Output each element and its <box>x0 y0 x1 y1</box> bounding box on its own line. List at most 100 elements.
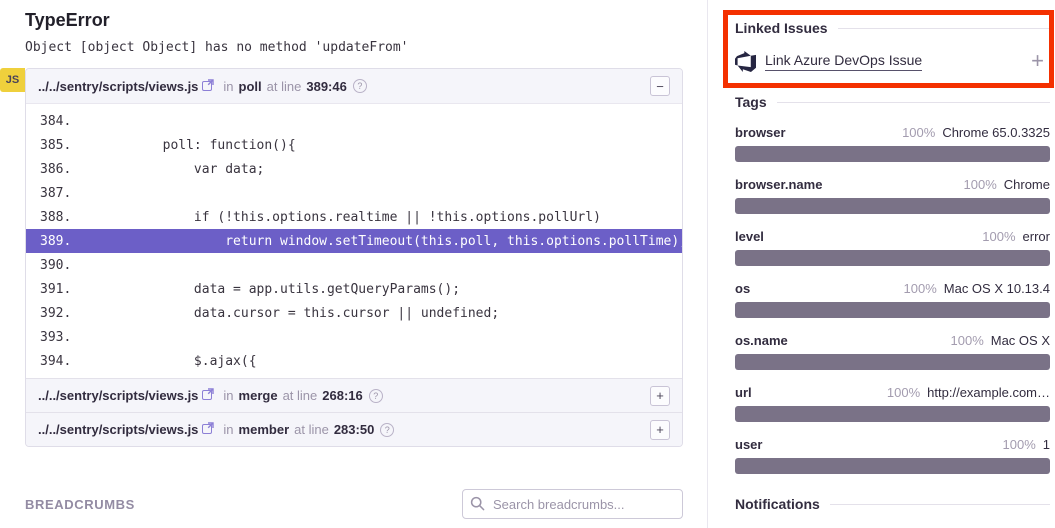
tag-key[interactable]: os.name <box>735 333 788 348</box>
question-circle-icon[interactable]: ? <box>380 423 394 437</box>
frame-lineno: 389:46 <box>306 79 346 94</box>
frame-atline-label: at line <box>294 422 329 437</box>
tag-distribution-bar[interactable] <box>735 198 1050 214</box>
link-azure-devops-issue-link[interactable]: Link Azure DevOps Issue <box>765 52 922 71</box>
breadcrumbs-search <box>462 489 683 519</box>
issue-detail-page: TypeError Object [object Object] has no … <box>0 0 1055 528</box>
search-icon <box>470 496 485 516</box>
tag-percent: 100% <box>902 125 935 140</box>
tag-value[interactable]: Mac OS X <box>991 333 1050 348</box>
line-number: 391. <box>26 282 100 297</box>
stack-frame-header-collapsed[interactable]: ../../sentry/scripts/views.js in merge a… <box>26 378 682 412</box>
tag-row: browser 100% Chrome 65.0.3325 <box>735 125 1050 140</box>
tag-key[interactable]: url <box>735 385 752 400</box>
tag-row: browser.name 100% Chrome <box>735 177 1050 192</box>
source-code-block: 384. 385. poll: function(){ 386. va <box>26 103 682 378</box>
add-linked-issue-button[interactable]: + <box>1031 50 1044 72</box>
line-source: data.cursor = this.cursor || undefined; <box>100 306 499 321</box>
tag-key[interactable]: browser.name <box>735 177 822 192</box>
code-line: 391. data = app.utils.getQueryParams(); <box>26 277 682 301</box>
tag-distribution-bar[interactable] <box>735 406 1050 422</box>
tag-percent: 100% <box>904 281 937 296</box>
tag-value[interactable]: Mac OS X 10.13.4 <box>944 281 1050 296</box>
frame-atline-label: at line <box>283 388 318 403</box>
error-title: TypeError <box>25 10 683 31</box>
tag-key[interactable]: user <box>735 437 762 452</box>
tag-key[interactable]: level <box>735 229 764 244</box>
code-line: 390. <box>26 253 682 277</box>
frame-filename[interactable]: ../../sentry/scripts/views.js <box>38 422 198 437</box>
tag-distribution-bar[interactable] <box>735 302 1050 318</box>
tag-value[interactable]: error <box>1023 229 1050 244</box>
frame-in-label: in <box>223 422 233 437</box>
line-number: 393. <box>26 330 100 345</box>
stacktrace: JS ../../sentry/scripts/views.js in poll… <box>25 68 683 447</box>
tag-value[interactable]: Chrome 65.0.3325 <box>942 125 1050 140</box>
expand-frame-button[interactable]: + <box>650 386 670 406</box>
line-source: if (!this.options.realtime || !this.opti… <box>100 210 601 225</box>
tag-distribution-bar[interactable] <box>735 146 1050 162</box>
line-number: 394. <box>26 354 100 369</box>
external-link-icon[interactable] <box>202 388 214 403</box>
link-azure-devops-row: Link Azure DevOps Issue + <box>735 50 1050 72</box>
tag-row: os 100% Mac OS X 10.13.4 <box>735 281 1050 296</box>
code-line: 386. var data; <box>26 157 682 181</box>
search-breadcrumbs-input[interactable] <box>462 489 683 519</box>
frame-function: member <box>239 422 290 437</box>
line-source: return window.setTimeout(this.poll, this… <box>100 234 683 249</box>
frame-atline-label: at line <box>267 79 302 94</box>
tag-row: level 100% error <box>735 229 1050 244</box>
code-line: 387. <box>26 181 682 205</box>
tag-percent: 100% <box>964 177 997 192</box>
line-number: 387. <box>26 186 100 201</box>
stack-frame-header-poll[interactable]: ../../sentry/scripts/views.js in poll at… <box>26 69 682 103</box>
tag-value[interactable]: 1 <box>1043 437 1050 452</box>
frame-lineno: 268:16 <box>322 388 362 403</box>
code-line: 394. $.ajax({ <box>26 349 682 373</box>
tags-title: Tags <box>735 94 1050 110</box>
frame-in-label: in <box>223 388 233 403</box>
tag-item: level 100% error <box>735 229 1050 266</box>
line-number: 385. <box>26 138 100 153</box>
tag-row: url 100% http://example.com… <box>735 385 1050 400</box>
code-line: 384. <box>26 109 682 133</box>
line-number: 390. <box>26 258 100 273</box>
azure-devops-icon <box>735 51 756 72</box>
tag-percent: 100% <box>951 333 984 348</box>
frame-filename[interactable]: ../../sentry/scripts/views.js <box>38 79 198 94</box>
breadcrumbs-title: BREADCRUMBS <box>25 497 135 512</box>
tag-distribution-bar[interactable] <box>735 458 1050 474</box>
external-link-icon[interactable] <box>202 79 214 94</box>
tag-percent: 100% <box>887 385 920 400</box>
tag-key[interactable]: os <box>735 281 750 296</box>
stack-frame-header-collapsed[interactable]: ../../sentry/scripts/views.js in member … <box>26 412 682 446</box>
frame-function: poll <box>239 79 262 94</box>
external-link-icon[interactable] <box>202 422 214 437</box>
line-number: 392. <box>26 306 100 321</box>
code-line: 392. data.cursor = this.cursor || undefi… <box>26 301 682 325</box>
line-number: 386. <box>26 162 100 177</box>
tags-section: Tags browser 100% Chrome 65.0.3325 brows… <box>735 94 1050 474</box>
expand-frame-button[interactable]: + <box>650 420 670 440</box>
error-message: Object [object Object] has no method 'up… <box>25 40 683 55</box>
frame-lineno: 283:50 <box>334 422 374 437</box>
question-circle-icon[interactable]: ? <box>353 79 367 93</box>
tag-row: os.name 100% Mac OS X <box>735 333 1050 348</box>
question-circle-icon[interactable]: ? <box>369 389 383 403</box>
frame-filename[interactable]: ../../sentry/scripts/views.js <box>38 388 198 403</box>
tag-distribution-bar[interactable] <box>735 354 1050 370</box>
tag-value[interactable]: http://example.com… <box>927 385 1050 400</box>
collapse-frame-button[interactable]: − <box>650 76 670 96</box>
tag-key[interactable]: browser <box>735 125 786 140</box>
tag-value[interactable]: Chrome <box>1004 177 1050 192</box>
breadcrumbs-section: BREADCRUMBS <box>25 489 683 519</box>
code-line: 388. if (!this.options.realtime || !this… <box>26 205 682 229</box>
tag-item: user 100% 1 <box>735 437 1050 474</box>
line-source: poll: function(){ <box>100 138 296 153</box>
line-source: data = app.utils.getQueryParams(); <box>100 282 460 297</box>
code-line: 385. poll: function(){ <box>26 133 682 157</box>
linked-issues-section: Linked Issues Link Azure DevOps Issue + <box>735 10 1050 72</box>
line-number: 388. <box>26 210 100 225</box>
tag-distribution-bar[interactable] <box>735 250 1050 266</box>
frame-function: merge <box>239 388 278 403</box>
